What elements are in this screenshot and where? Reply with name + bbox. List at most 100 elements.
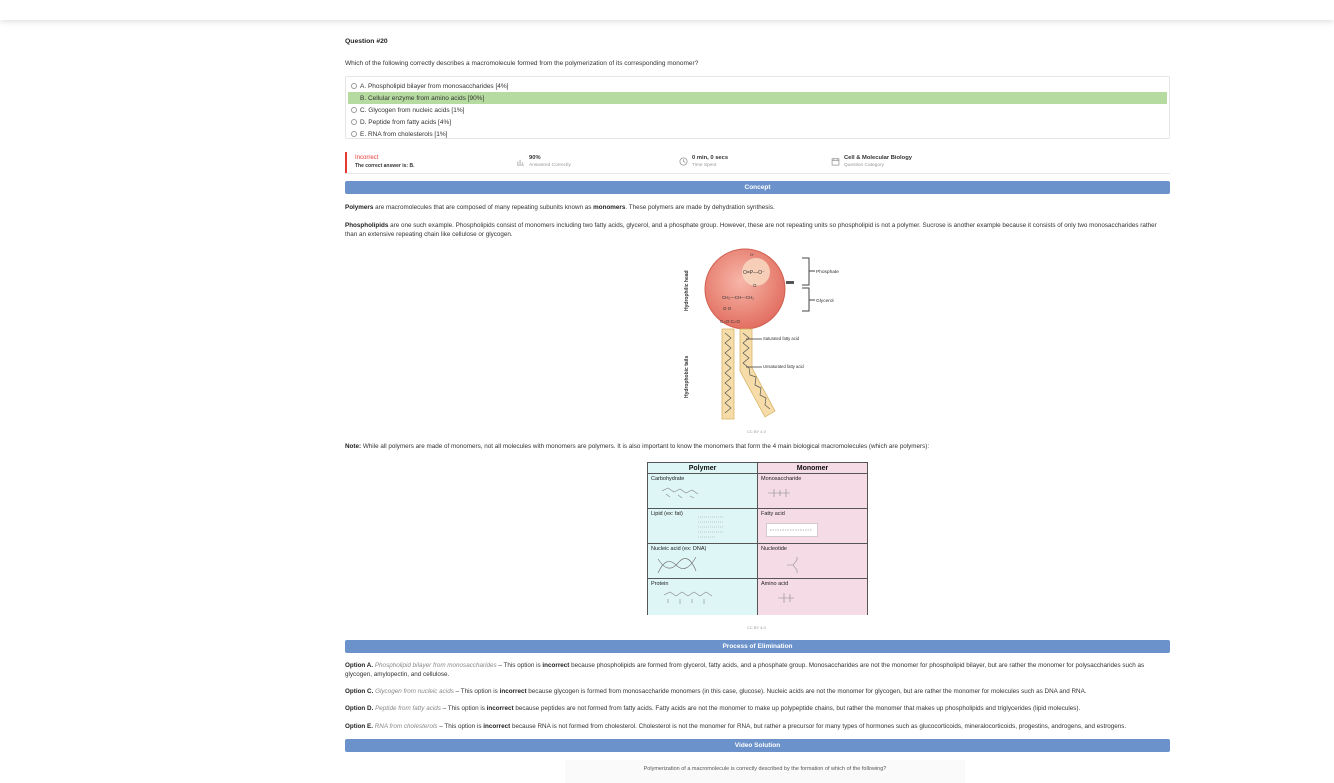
saturated-label: Saturated fatty acid — [763, 336, 800, 341]
choice-e[interactable]: E. RNA from cholesterols [1%] — [348, 128, 1167, 140]
radio-button[interactable] — [351, 95, 357, 101]
question-text: Which of the following correctly describ… — [345, 60, 699, 67]
result-label: Incorrect — [355, 155, 379, 161]
concept-paragraph-1: Polymers are macromolecules that are com… — [345, 203, 1170, 212]
text: – This option is — [453, 688, 500, 695]
clock-icon — [679, 157, 688, 166]
radio-button[interactable] — [351, 83, 357, 89]
option-label: Option D. — [345, 705, 374, 712]
bold-term: Note: — [345, 443, 362, 450]
choice-label: D. Peptide from fatty acids [4%] — [360, 118, 452, 126]
radio-button[interactable] — [351, 119, 357, 125]
category-caption: Question Category — [844, 163, 884, 168]
bar-chart-icon — [516, 159, 525, 166]
option-name: RNA from cholesterols — [374, 723, 438, 730]
time-stat: 0 min, 0 secs Time Spent — [679, 155, 728, 168]
choice-label: B. Cellular enzyme from amino acids [90%… — [360, 94, 485, 102]
keyword: incorrect — [483, 723, 511, 730]
text: because peptides are not formed from fat… — [513, 705, 1081, 712]
polymer-monomer-table: Polymer Monomer Carbohydrate Monosacchar… — [647, 462, 868, 615]
text: . These polymers are made by dehydration… — [625, 204, 775, 211]
text: While all polymers are made of monomers,… — [361, 443, 930, 450]
hydrophobic-tails-label: Hydrophobic tails — [684, 356, 690, 398]
percent-stat: 90% Answered Correctly — [516, 155, 571, 168]
text: because glycogen is formed from monosacc… — [526, 688, 1087, 695]
carbohydrate-structure — [662, 487, 699, 499]
protein-structure — [664, 591, 713, 604]
option-name: Phospholipid bilayer from monosaccharide… — [374, 662, 497, 669]
concept-paragraph-2: Phospholipids are one such example. Phos… — [345, 221, 1170, 239]
elimination-option-c: Option C. Glycogen from nucleic acids – … — [345, 687, 1170, 696]
note-paragraph: Note: While all polymers are made of mon… — [345, 442, 1170, 451]
choice-b[interactable]: B. Cellular enzyme from amino acids [90%… — [348, 92, 1167, 104]
choice-a[interactable]: A. Phospholipid bilayer from monosacchar… — [348, 80, 1167, 92]
choice-label: A. Phospholipid bilayer from monosacchar… — [360, 82, 509, 90]
unsaturated-tail — [739, 328, 776, 418]
lipid-structure — [698, 516, 724, 538]
table-cell: Nucleotide — [758, 544, 867, 579]
choice-label: E. RNA from cholesterols [1%] — [360, 130, 448, 138]
keyword: incorrect — [499, 688, 527, 695]
monosaccharide-structure — [768, 489, 790, 497]
svg-text:O O: O O — [723, 306, 732, 311]
top-navigation-bar — [0, 0, 1334, 20]
figure-credit: CC BY 4.0 — [747, 429, 766, 434]
correct-answer-text: The correct answer is: B. — [355, 163, 415, 169]
svg-text:CH₂—CH—CH₂: CH₂—CH—CH₂ — [722, 295, 754, 300]
video-solution-header[interactable]: Video Solution — [345, 739, 1170, 752]
answer-choices: A. Phospholipid bilayer from monosacchar… — [345, 76, 1170, 139]
elimination-header[interactable]: Process of Elimination — [345, 640, 1170, 653]
elimination-option-a: Option A. Phospholipid bilayer from mono… — [345, 661, 1170, 679]
category-stat: Cell & Molecular Biology Question Categor… — [831, 155, 912, 168]
svg-text:O=P—O⁻: O=P—O⁻ — [743, 270, 765, 276]
choice-d[interactable]: D. Peptide from fatty acids [4%] — [348, 116, 1167, 128]
table-header-monomer: Monomer — [758, 463, 867, 474]
video-question-text: Polymerization of a macromolecule is cor… — [565, 760, 965, 783]
answer-stats: Incorrect The correct answer is: B. 90% A… — [345, 152, 1170, 174]
time-value: 0 min, 0 secs — [692, 155, 729, 161]
radio-button[interactable] — [351, 131, 357, 137]
radio-button[interactable] — [351, 107, 357, 113]
hydrophilic-head-label: Hydrophilic head — [684, 270, 690, 311]
unsaturated-label: Unsaturated fatty acid — [763, 364, 804, 369]
option-label: Option A. — [345, 662, 374, 669]
choice-label: C. Glycogen from nucleic acids [1%] — [360, 106, 465, 114]
concept-header[interactable]: Concept — [345, 181, 1170, 194]
time-caption: Time Spent — [692, 163, 717, 168]
elimination-option-d: Option D. Peptide from fatty acids – Thi… — [345, 704, 1170, 713]
keyword: incorrect — [486, 705, 514, 712]
glycerol-label: Glycerol — [816, 298, 834, 304]
table-header-polymer: Polymer — [648, 463, 758, 474]
option-name: Glycogen from nucleic acids — [375, 688, 454, 695]
text: – This option is — [440, 705, 487, 712]
phosphate-label: Phosphate — [816, 269, 839, 275]
head-sphere — [704, 248, 786, 330]
dna-structure — [657, 556, 697, 574]
bold-term: monomers — [593, 204, 626, 211]
text: because RNA is not formed from cholester… — [510, 723, 1127, 730]
svg-text:O: O — [753, 283, 757, 288]
fatty-acid-structure — [766, 523, 818, 537]
calendar-icon — [831, 157, 840, 166]
text: are one such example. Phospholipids cons… — [345, 222, 1157, 238]
result-status: Incorrect The correct answer is: B. — [345, 152, 414, 173]
text: – This option is — [437, 723, 484, 730]
choice-c[interactable]: C. Glycogen from nucleic acids [1%] — [348, 104, 1167, 116]
category-value: Cell & Molecular Biology — [844, 155, 912, 161]
table-credit: CC BY 4.0 — [747, 625, 766, 630]
bold-term: Phospholipids — [345, 222, 389, 229]
svg-text:C=O C=O: C=O C=O — [720, 319, 741, 324]
question-number: Question #20 — [345, 38, 388, 45]
text: – This option is — [496, 662, 543, 669]
nucleotide-structure — [787, 557, 798, 573]
keyword: incorrect — [542, 662, 570, 669]
phospholipid-diagram: Hydrophilic head Hydrophobic tails O⁻ O=… — [684, 248, 839, 420]
elimination-option-e: Option E. RNA from cholesterols – This o… — [345, 722, 1170, 731]
amino-acid-structure — [778, 593, 794, 603]
option-name: Peptide from fatty acids — [375, 705, 441, 712]
option-label: Option C. — [345, 688, 374, 695]
table-cell: Amino acid — [758, 579, 867, 615]
option-label: Option E. — [345, 723, 373, 730]
bold-term: Polymers — [345, 204, 374, 211]
svg-text:O⁻: O⁻ — [750, 252, 755, 257]
